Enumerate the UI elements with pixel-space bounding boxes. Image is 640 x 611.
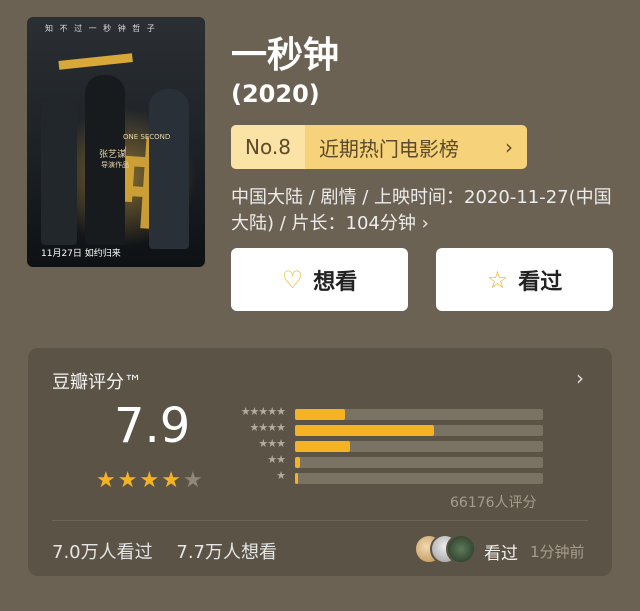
- rating-bar-stars: ★: [276, 469, 286, 482]
- movie-year: (2020): [231, 80, 320, 108]
- poster-release: 11月27日 如约归来: [41, 249, 121, 259]
- star-filled-icon: ★: [96, 468, 118, 493]
- rank-badge[interactable]: No.8 近期热门电影榜 ›: [231, 125, 527, 169]
- rating-bar-stars: ★★★: [258, 437, 286, 450]
- want-label: 想看: [313, 269, 358, 295]
- rating-bar-stars: ★★★★: [249, 421, 286, 434]
- poster-director: 张艺谋: [99, 150, 127, 160]
- star-filled-icon: ★: [139, 468, 162, 493]
- seen-count: 7.0万人看过: [52, 542, 153, 563]
- friend-action: 看过: [484, 544, 518, 564]
- watched-button[interactable]: ☆ 看过: [436, 248, 613, 311]
- rating-bar-fill: [295, 441, 350, 452]
- friend-time: 1分钟前: [530, 543, 585, 561]
- rating-count: 66176人评分: [450, 495, 537, 511]
- star-outline-icon: ☆: [486, 265, 509, 294]
- movie-title: 一秒钟: [231, 35, 340, 76]
- avatar: [446, 534, 476, 564]
- divider: [52, 520, 588, 521]
- rating-card[interactable]: 豆瓣评分™ › 7.9 ★★★★★ ★★★★★ ★★★★ ★★★ ★★ ★ 66176人…: [28, 348, 612, 576]
- rating-bar-track: [295, 441, 543, 452]
- rating-bar-fill: [295, 473, 298, 484]
- chevron-right-icon: ›: [505, 135, 513, 159]
- rating-bar-fill: [295, 457, 300, 468]
- rating-bar-row: ★★★: [223, 437, 543, 452]
- chevron-right-icon[interactable]: ›: [576, 366, 584, 390]
- rating-bar-row: ★★★★★: [223, 405, 543, 420]
- rating-bar-row: ★★: [223, 453, 543, 468]
- heart-plus-icon: ♡: [281, 265, 304, 294]
- want-count: 7.7万人想看: [176, 542, 278, 563]
- poster-figure: [149, 89, 189, 249]
- star-filled-icon: ★: [117, 468, 140, 493]
- rating-stars: ★★★★★: [96, 468, 205, 493]
- want-to-watch-button[interactable]: ♡ 想看: [231, 248, 408, 311]
- star-empty-icon: ★: [182, 468, 205, 493]
- movie-poster[interactable]: 知 不 过 一 秒 钟 哲 子 一 钟 ONE SECOND 张艺谋 导演作品 …: [27, 17, 205, 267]
- rating-score: 7.9: [114, 398, 191, 454]
- movie-meta[interactable]: 中国大陆 / 剧情 / 上映时间：2020-11-27(中国大陆) / 片长：1…: [231, 185, 616, 237]
- audience-stats: 7.0万人看过 7.7万人想看: [52, 538, 295, 564]
- seen-label: 看过: [518, 269, 563, 295]
- rating-bar-row: ★★★★: [223, 421, 543, 436]
- rating-header: 豆瓣评分™: [52, 372, 142, 393]
- rating-bar-track: [295, 409, 543, 420]
- rating-bar-stars: ★★: [267, 453, 286, 466]
- rating-bar-fill: [295, 409, 345, 420]
- rating-bar-row: ★: [223, 469, 543, 484]
- poster-director-sub: 导演作品: [101, 161, 129, 169]
- star-filled-icon: ★: [161, 468, 183, 493]
- poster-english: ONE SECOND: [123, 133, 171, 141]
- rating-bar-track: [295, 457, 543, 468]
- rating-bar-track: [295, 425, 543, 436]
- rating-bar-fill: [295, 425, 434, 436]
- rank-list-name: 近期热门电影榜: [318, 136, 459, 161]
- poster-figure: [41, 95, 77, 245]
- rank-number: No.8: [231, 125, 305, 169]
- friend-avatars[interactable]: [414, 534, 476, 564]
- rating-bar-track: [295, 473, 543, 484]
- rating-bar-stars: ★★★★★: [240, 405, 286, 418]
